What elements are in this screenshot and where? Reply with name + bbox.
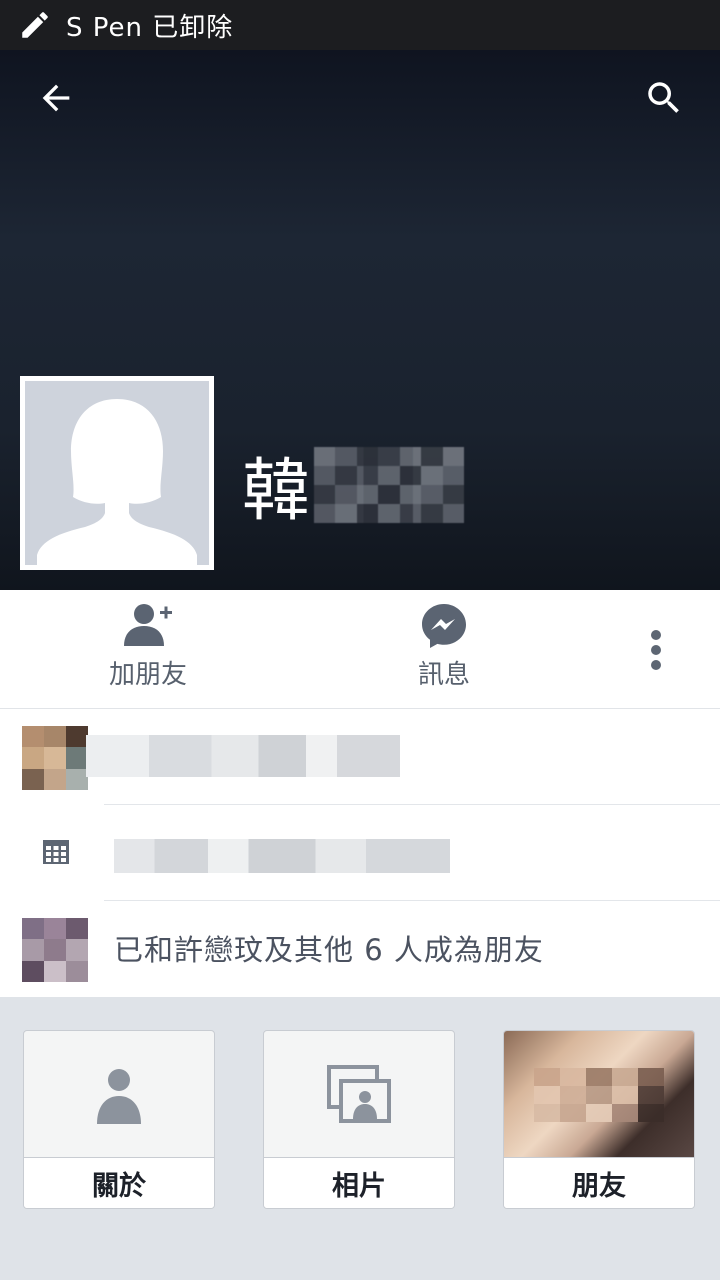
profile-actions-bar: 加朋友 訊息 — [0, 590, 720, 709]
search-icon — [648, 82, 679, 113]
profile-name-text: 韓 — [242, 452, 311, 531]
profile-info-list: 已和許戀玟及其他 6 人成為朋友 — [0, 709, 720, 997]
profile-cards: 關於 相片 朋友 — [0, 997, 720, 1280]
photos-label: 相片 — [264, 1157, 454, 1208]
mutual-friends-text: 已和許戀玟及其他 6 人成為朋友 — [114, 933, 544, 967]
redacted-name-blur — [314, 446, 465, 523]
profile-picture[interactable] — [20, 376, 214, 570]
about-label: 關於 — [24, 1157, 214, 1208]
calendar-icon — [43, 840, 69, 864]
blurred-friend-thumbnail — [22, 918, 88, 982]
messenger-icon — [422, 604, 466, 648]
more-vertical-icon — [651, 630, 661, 670]
add-friend-icon — [124, 604, 172, 646]
friends-card[interactable]: 朋友 — [503, 1030, 695, 1209]
default-avatar-female-icon — [37, 399, 197, 565]
person-icon — [97, 1069, 141, 1124]
pen-icon — [22, 12, 48, 38]
info-row-mutual-friends[interactable]: 已和許戀玟及其他 6 人成為朋友 — [0, 901, 720, 997]
search-button[interactable] — [640, 74, 688, 122]
redacted-text-blur — [86, 735, 400, 777]
message-button[interactable]: 訊息 — [396, 602, 492, 691]
status-bar: S Pen 已卸除 — [0, 0, 720, 50]
more-options-button[interactable] — [632, 620, 680, 680]
blurred-thumbnail — [22, 726, 88, 790]
back-button[interactable] — [32, 74, 80, 122]
cover-area: 韓 — [0, 50, 720, 590]
message-label: 訊息 — [417, 660, 470, 690]
friends-label: 朋友 — [504, 1157, 694, 1208]
friends-photo — [504, 1031, 694, 1159]
add-friend-button[interactable]: 加朋友 — [100, 602, 196, 691]
photos-card[interactable]: 相片 — [263, 1030, 455, 1209]
photos-icon — [327, 1065, 391, 1123]
add-friend-label: 加朋友 — [108, 660, 187, 690]
redacted-text-blur — [114, 839, 450, 873]
status-text: S Pen 已卸除 — [66, 12, 234, 43]
profile-name: 韓 — [242, 435, 465, 534]
info-row-birthday[interactable] — [0, 805, 720, 901]
about-card[interactable]: 關於 — [23, 1030, 215, 1209]
info-row-work[interactable] — [0, 709, 720, 805]
back-arrow-icon — [42, 84, 70, 112]
